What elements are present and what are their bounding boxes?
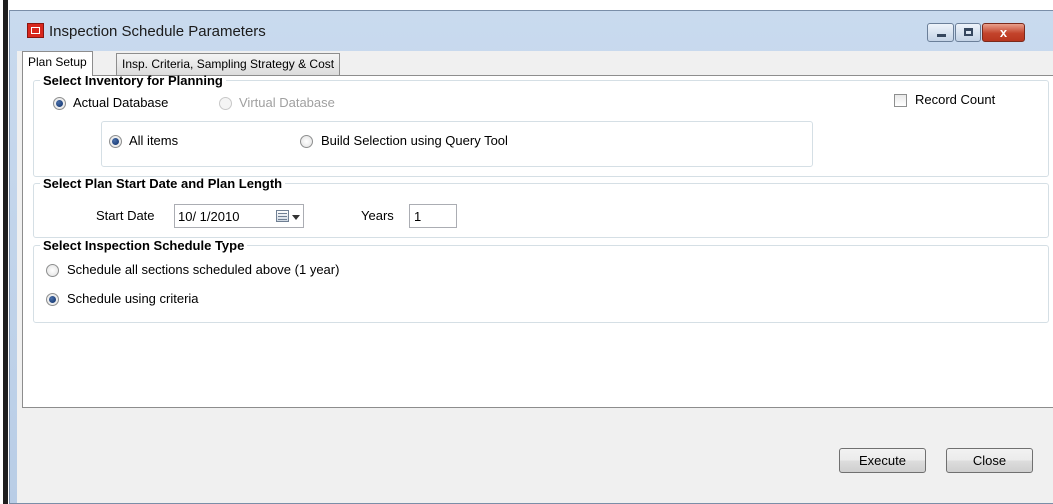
- close-window-button[interactable]: x: [982, 23, 1025, 42]
- label-schedule-all-sections: Schedule all sections scheduled above (1…: [67, 262, 340, 277]
- desktop-edge: [0, 0, 9, 504]
- tab-plan-setup[interactable]: Plan Setup: [22, 51, 93, 76]
- minimize-button[interactable]: [927, 23, 954, 42]
- window-title: Inspection Schedule Parameters: [49, 23, 266, 40]
- radio-virtual-database: [219, 97, 232, 110]
- desktop-edge-bar: [3, 0, 8, 504]
- label-all-items: All items: [129, 133, 179, 148]
- app-icon: [27, 23, 44, 38]
- tab-panel-plan-setup: Select Inventory for Planning Actual Dat…: [22, 73, 1053, 408]
- calendar-icon[interactable]: [276, 210, 289, 222]
- maximize-button[interactable]: [955, 23, 981, 42]
- label-actual-database: Actual Database: [73, 95, 169, 110]
- label-years: Years: [361, 208, 394, 223]
- group-legend-schedule-type: Select Inspection Schedule Type: [43, 238, 245, 253]
- radio-all-items[interactable]: [109, 135, 122, 148]
- checkbox-record-count[interactable]: [894, 94, 907, 107]
- dialog-client-area: Plan Setup Insp. Criteria, Sampling Stra…: [17, 51, 1053, 503]
- radio-build-selection[interactable]: [300, 135, 313, 148]
- group-schedule-type: Select Inspection Schedule Type: [33, 238, 1049, 323]
- label-record-count: Record Count: [915, 92, 996, 107]
- title-bar[interactable]: Inspection Schedule Parameters x: [10, 11, 1053, 51]
- dropdown-arrow-icon[interactable]: [292, 215, 300, 220]
- label-schedule-using-criteria: Schedule using criteria: [67, 291, 199, 306]
- start-date-value: 10/ 1/2010: [178, 209, 240, 224]
- years-input[interactable]: 1: [409, 204, 457, 228]
- radio-schedule-using-criteria[interactable]: [46, 293, 59, 306]
- close-icon: x: [999, 25, 1008, 40]
- start-date-picker[interactable]: 10/ 1/2010: [174, 204, 304, 228]
- close-button[interactable]: Close: [946, 448, 1033, 473]
- tab-insp-criteria[interactable]: Insp. Criteria, Sampling Strategy & Cost: [116, 53, 341, 75]
- radio-actual-database[interactable]: [53, 97, 66, 110]
- dialog-window: Inspection Schedule Parameters x Plan Se…: [9, 10, 1053, 504]
- group-legend-plan-dates: Select Plan Start Date and Plan Length: [43, 176, 283, 191]
- radio-schedule-all-sections[interactable]: [46, 264, 59, 277]
- label-start-date: Start Date: [96, 208, 155, 223]
- label-virtual-database: Virtual Database: [239, 95, 335, 110]
- label-build-selection: Build Selection using Query Tool: [321, 133, 508, 148]
- execute-button[interactable]: Execute: [839, 448, 926, 473]
